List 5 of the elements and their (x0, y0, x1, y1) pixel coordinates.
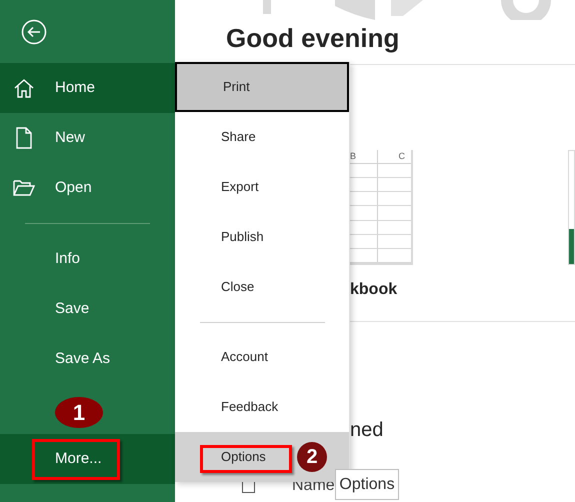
template-label: kbook (350, 280, 398, 300)
section-heading: ned (350, 418, 384, 443)
greeting-heading: Good evening (225, 22, 400, 55)
tooltip: Options (335, 469, 399, 500)
column-letter: C (398, 150, 406, 163)
